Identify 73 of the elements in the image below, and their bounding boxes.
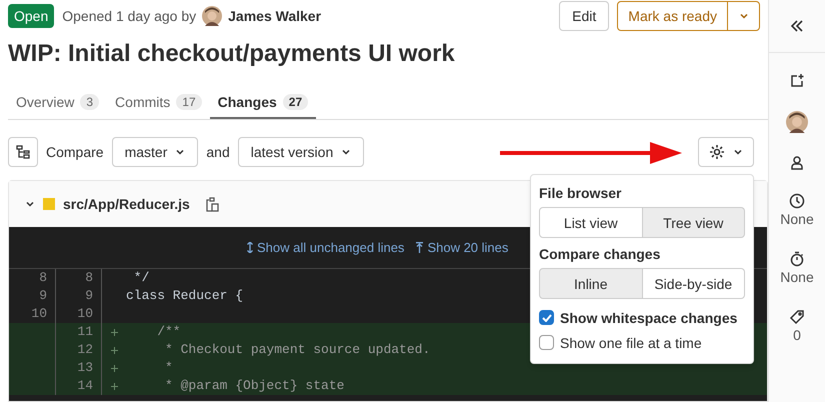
checkbox[interactable] [539,310,554,325]
checkmark-icon [542,314,552,322]
code-text: class Reducer { [126,287,244,306]
code-text: */ [132,269,150,288]
count-badge: 3 [80,94,100,110]
expand-vertical-icon [247,242,253,253]
sidebar-value: None [780,210,814,229]
settings-dropdown-button[interactable] [698,137,754,167]
file-tree-icon [16,145,30,159]
chevron-down-icon [175,147,186,157]
line-number: 13 [77,359,93,378]
code-text: * Checkout payment source updated. [164,341,430,360]
expand-lines-link[interactable]: Show all unchanged lines [247,238,404,258]
plus-icon [110,382,118,390]
chevron-down-icon [738,11,748,21]
add-todo-icon[interactable] [789,73,805,89]
segmented-option[interactable]: Inline [539,268,642,299]
plus-icon [110,346,118,354]
js-file-icon [43,198,55,210]
clock-icon[interactable] [789,193,805,209]
sidebar-value: 0 [793,326,801,345]
plus-icon [110,328,118,336]
opened-text: Opened 1 day ago by [62,7,196,26]
avatar [202,6,222,26]
count-badge: 27 [282,94,308,110]
avatar [786,111,808,133]
line-number: 12 [77,341,93,360]
page-title: WIP: Initial checkout/payments UI work [8,39,456,69]
line-number: 10 [31,305,47,324]
file-path[interactable]: src/App/Reducer.js [63,194,190,214]
target-version-dropdown[interactable]: latest version [238,137,364,167]
chevron-down-icon [733,147,743,157]
person-icon[interactable] [789,155,805,171]
collapse-file-button[interactable] [25,199,35,209]
compare-label: Compare [46,143,104,162]
base-branch-dropdown[interactable]: master [112,137,198,167]
edit-button[interactable]: Edit [559,1,610,31]
chevron-down-icon [341,147,352,157]
plus-icon [110,364,118,372]
section-heading: File browser [539,184,622,203]
code-text: * @param {Object} state [164,377,344,396]
expand-lines-link[interactable]: Show 20 lines [416,238,508,258]
tab[interactable]: Commits 17 [107,86,210,119]
count-badge: 17 [176,94,202,110]
line-number: 8 [39,269,47,288]
code-text: /** [156,323,181,342]
line-number: 14 [77,377,93,396]
chevron-down-icon [25,199,35,209]
line-number: 9 [85,287,93,306]
segmented-option[interactable]: Tree view [642,207,745,238]
checkbox[interactable] [539,335,554,350]
section-heading: Compare changes [539,245,662,264]
checkbox-label: Show one file at a time [560,334,702,352]
double-chevron-left-icon [790,20,804,32]
code-text: * [164,359,173,378]
line-number: 10 [77,305,93,324]
expand-up-icon [416,242,424,253]
segmented-option[interactable]: List view [539,207,642,238]
sidebar-value: None [780,268,814,287]
copy-icon[interactable] [206,196,219,212]
segmented-option[interactable]: Side-by-side [642,268,745,299]
checkbox-label: Show whitespace changes [560,308,738,328]
status-badge: Open [8,4,54,28]
and-label: and [206,143,230,162]
line-number: 11 [77,323,93,342]
tab[interactable]: Overview 3 [8,86,108,119]
stopwatch-icon[interactable] [789,251,805,267]
line-number: 8 [85,269,93,288]
line-number: 9 [39,287,47,306]
tag-icon[interactable] [789,309,805,325]
author-link[interactable]: James Walker [228,6,322,26]
tab[interactable]: Changes 27 [210,86,316,119]
file-tree-toggle-button[interactable] [8,137,38,167]
